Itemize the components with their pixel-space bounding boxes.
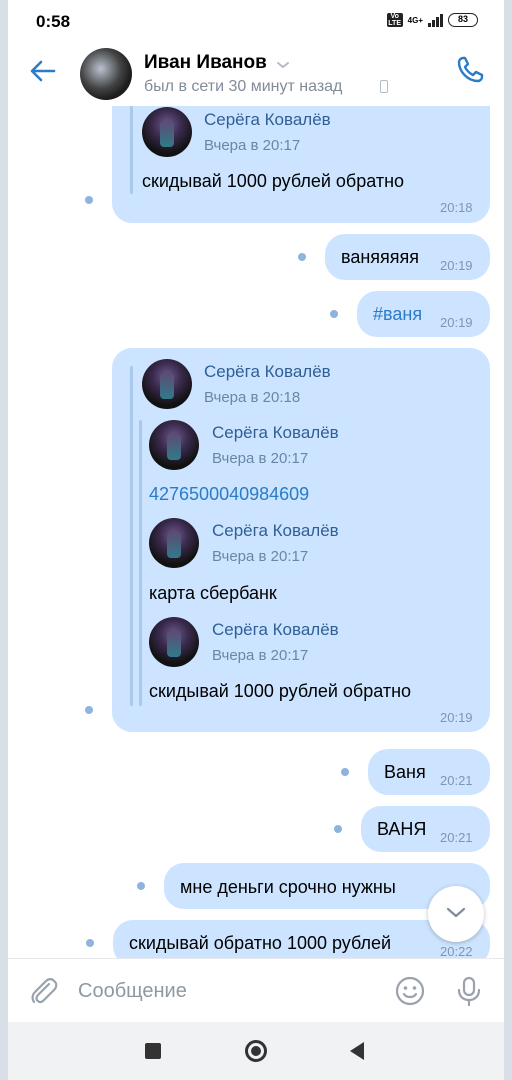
message-text: скидывай 1000 рублей обратно bbox=[149, 681, 412, 701]
message-text: карта сбербанк bbox=[149, 583, 277, 603]
forward-author-avatar bbox=[142, 107, 192, 157]
network-type: 4G+ bbox=[407, 15, 423, 25]
chat-screen: 0:58 Vo LTE 4G+ 83 Иван Иванов был в сети… bbox=[8, 0, 504, 1080]
forward-author-name[interactable]: Серёга Ковалёв bbox=[212, 521, 339, 541]
message-text: ваняяяяя bbox=[341, 247, 420, 267]
message-time: 20:21 bbox=[440, 773, 473, 788]
unread-dot bbox=[298, 253, 306, 261]
forward-author-avatar bbox=[142, 359, 192, 409]
message-time: 20:19 bbox=[440, 315, 473, 330]
forward-author-name[interactable]: Серёга Ковалёв bbox=[204, 362, 331, 382]
unread-dot bbox=[137, 882, 145, 890]
smile-icon[interactable] bbox=[394, 975, 426, 1007]
signal-icon bbox=[428, 13, 443, 27]
mobile-device-icon bbox=[380, 80, 388, 93]
forward-time: Вчера в 20:17 bbox=[204, 137, 301, 154]
message-time: 20:22 bbox=[440, 944, 473, 958]
volte-icon: Vo LTE bbox=[386, 13, 403, 27]
message-text: скидывай обратно 1000 рублей bbox=[129, 933, 392, 953]
card-number-link[interactable]: 4276500040984609 bbox=[149, 484, 309, 505]
system-back-button[interactable] bbox=[350, 1042, 364, 1060]
forward-time: Вчера в 20:17 bbox=[212, 548, 309, 565]
message-text: Ваня bbox=[384, 762, 426, 782]
contact-avatar[interactable] bbox=[80, 48, 132, 100]
forward-author-name[interactable]: Серёга Ковалёв bbox=[212, 620, 339, 640]
unread-dot bbox=[85, 706, 93, 714]
scroll-down-icon bbox=[446, 907, 466, 918]
status-bar: 0:58 Vo LTE 4G+ 83 bbox=[8, 0, 504, 42]
message-text: мне деньги срочно нужны bbox=[180, 877, 396, 897]
forward-author-avatar bbox=[149, 420, 199, 470]
forward-author-name[interactable]: Серёга Ковалёв bbox=[212, 423, 339, 443]
message-text: ВАНЯ bbox=[377, 819, 427, 839]
forward-author-name[interactable]: Серёга Ковалёв bbox=[204, 110, 331, 130]
scroll-to-bottom-button[interactable] bbox=[428, 886, 484, 942]
message-composer bbox=[8, 958, 504, 1022]
forward-bar bbox=[130, 366, 133, 706]
contact-name[interactable]: Иван Иванов bbox=[144, 52, 267, 74]
forward-author-avatar bbox=[149, 518, 199, 568]
message-time: 20:19 bbox=[440, 258, 473, 273]
chevron-down-icon[interactable] bbox=[276, 60, 290, 70]
last-seen-status: был в сети 30 минут назад bbox=[144, 78, 343, 95]
unread-dot bbox=[334, 825, 342, 833]
status-time: 0:58 bbox=[36, 12, 71, 31]
back-arrow-icon[interactable] bbox=[28, 56, 58, 86]
unread-dot bbox=[341, 768, 349, 776]
phone-icon[interactable] bbox=[454, 54, 486, 86]
forward-bar bbox=[139, 420, 142, 706]
forward-time: Вчера в 20:17 bbox=[212, 450, 309, 467]
message-text: скидывай 1000 рублей обратно bbox=[142, 171, 405, 191]
system-navigation-bar bbox=[8, 1022, 504, 1080]
unread-dot bbox=[330, 310, 338, 318]
microphone-icon[interactable] bbox=[454, 975, 484, 1007]
paperclip-icon[interactable] bbox=[28, 975, 60, 1007]
forward-time: Вчера в 20:17 bbox=[212, 647, 309, 664]
home-button[interactable] bbox=[245, 1040, 267, 1062]
chat-header: Иван Иванов был в сети 30 минут назад bbox=[8, 42, 504, 106]
message-time: 20:18 bbox=[440, 200, 473, 215]
message-time: 20:19 bbox=[440, 710, 473, 725]
forward-author-avatar bbox=[149, 617, 199, 667]
hashtag-link[interactable]: #ваня bbox=[373, 304, 422, 325]
message-list[interactable]: Серёга Ковалёв Вчера в 20:17 скидывай 10… bbox=[8, 106, 504, 958]
unread-dot bbox=[86, 939, 94, 947]
message-input[interactable] bbox=[78, 973, 378, 1009]
message-time: 20:21 bbox=[440, 830, 473, 845]
unread-dot bbox=[85, 196, 93, 204]
forward-bar bbox=[130, 106, 133, 194]
recent-apps-button[interactable] bbox=[145, 1043, 161, 1059]
status-icons: Vo LTE 4G+ 83 bbox=[386, 13, 478, 27]
battery-icon: 83 bbox=[448, 13, 478, 27]
forward-time: Вчера в 20:18 bbox=[204, 389, 301, 406]
